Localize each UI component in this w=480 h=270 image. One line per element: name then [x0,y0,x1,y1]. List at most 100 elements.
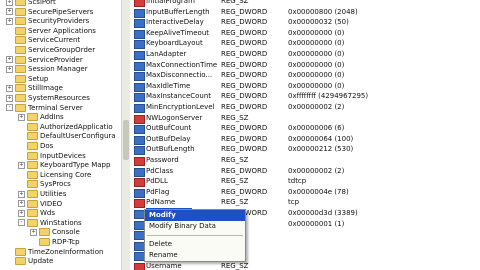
value-name: OutBufDelay [146,134,191,143]
value-row[interactable]: MaxConnectionTime REG_DWORD 0x00000000 (0) [130,60,480,71]
folder-icon [27,122,38,131]
expander-icon[interactable]: + [30,228,37,236]
expander-icon[interactable]: - [18,219,25,227]
tree-item-label: Update [28,257,54,266]
value-name: InitialProgram [146,0,195,5]
value-row[interactable]: Username REG_SZ [130,261,480,270]
tree-item-label: KeyboardType Mapp [40,161,111,170]
tree-item[interactable]: + StillImage [6,83,63,93]
tree-item[interactable]: + SecurePipeServers [6,7,93,17]
expander-icon[interactable]: + [6,17,13,25]
value-name: OutBufCount [146,124,192,133]
tree-item-label: WinStations [40,218,82,227]
tree-item[interactable]: + VIDEO [18,199,62,209]
value-row[interactable]: PdFlag REG_DWORD 0x0000004e (78) [130,187,480,198]
menu-item-modify-binary-data[interactable]: Modify Binary Data [145,221,245,232]
value-data: 0x00000032 (50) [288,18,349,27]
tree-item[interactable]: + Wds [18,208,55,218]
tree-item-label: AuthorizedApplicatio [40,122,113,131]
tree-item-label: AddIns [40,113,64,122]
expander-icon[interactable]: + [6,84,13,92]
tree-item[interactable]: + KeyboardType Mapp [18,160,110,170]
value-row[interactable]: InteractiveDelay REG_DWORD 0x00000032 (50) [130,17,480,29]
value-data: 0x00000001 (1) [288,219,345,228]
value-name: KeepAliveTimeout [146,28,210,37]
tree-scrollbar-thumb[interactable] [123,120,129,160]
value-type: REG_DWORD [221,39,268,48]
value-name: KeyboardLayout [146,39,203,48]
value-row[interactable]: MaxDisconnectio... REG_DWORD 0x00000000 (0… [130,70,480,82]
expander-icon[interactable]: - [6,104,13,112]
tree-scrollbar[interactable] [121,0,130,270]
tree-item[interactable]: Update [6,256,53,266]
tree-item[interactable]: ServiceCurrent [6,35,80,45]
expander-icon[interactable]: + [18,113,25,121]
tree-item[interactable]: + Session Manager [6,64,88,74]
tree-item[interactable]: Dos [18,141,53,151]
registry-key-tree[interactable]: + ScsiPort + SecurePipeServers + SecurityProv… [0,0,121,270]
tree-item[interactable]: SysProcs [18,179,71,189]
tree-item-label: StillImage [28,84,63,93]
value-row[interactable]: KeyboardLayout REG_DWORD 0x00000000 (0) [130,38,480,50]
expander-icon[interactable]: + [18,190,25,198]
tree-item[interactable]: - WinStations [18,218,82,228]
value-row[interactable]: PdDLL REG_SZ tdtcp [130,176,480,188]
tree-item[interactable]: + SecurityProviders [6,16,89,26]
tree-item[interactable]: RDP-Tcp [30,237,80,247]
tree-item[interactable]: + Utilities [18,189,66,199]
tree-item-label: Wds [40,209,56,218]
menu-item-delete[interactable]: Delete [145,239,245,250]
tree-item-label: Terminal Server [28,103,83,112]
expander-icon[interactable]: + [18,200,25,208]
value-row[interactable]: OutBufDelay REG_DWORD 0x00000064 (100) [130,134,480,145]
menu-item-modify[interactable]: Modify [145,210,245,221]
tree-item[interactable]: + ServiceProvider [6,55,83,65]
tree-item[interactable]: - Terminal Server [6,103,83,113]
tree-item[interactable]: Server Applications [6,26,96,36]
tree-item[interactable]: Licensing Core [18,170,91,180]
expander-icon[interactable]: + [6,0,13,6]
folder-icon [15,55,26,64]
tree-item[interactable]: AuthorizedApplicatio [18,122,113,132]
value-name: LanAdapter [146,50,187,58]
tree-item[interactable]: + SystemResources [6,93,90,103]
value-row[interactable]: PdClass REG_DWORD 0x00000002 (2) [130,166,480,177]
tree-item-label: ServiceCurrent [28,36,81,45]
expander-icon[interactable]: + [6,65,13,73]
context-menu: Modify Modify Binary Data Delete Rename [144,209,246,262]
value-row[interactable]: OutBufCount REG_DWORD 0x00000006 (6) [130,123,480,135]
expander-icon[interactable]: + [18,209,25,217]
tree-item-label: ServiceProvider [28,55,83,64]
value-row[interactable]: MaxIdleTime REG_DWORD 0x00000000 (0) [130,81,480,92]
tree-item[interactable]: Setup [6,74,48,84]
value-type: REG_SZ [221,0,249,5]
expander-icon[interactable]: + [18,161,25,169]
value-row[interactable]: Password REG_SZ [130,155,480,166]
tree-item[interactable]: + AddIns [18,112,64,122]
tree-item[interactable]: ServiceGroupOrder [6,45,95,55]
value-row[interactable]: MinEncryptionLevel REG_DWORD 0x00000002 (2… [130,102,480,113]
value-row[interactable]: KeepAliveTimeout REG_DWORD 0x00000000 (0) [130,28,480,39]
folder-icon [27,151,38,160]
value-row[interactable]: LanAdapter REG_DWORD 0x00000000 (0) [130,49,480,60]
tree-item[interactable]: TimeZoneInformation [6,247,103,257]
folder-icon [15,74,26,83]
value-type: REG_SZ [221,156,249,164]
value-data: 0x00000006 (6) [288,124,345,133]
value-type: REG_DWORD [221,18,268,27]
value-row[interactable]: PdName REG_SZ tcp [130,197,480,209]
tree-item[interactable]: + Console [30,227,80,237]
expander-icon[interactable]: + [6,94,13,102]
expander-icon[interactable]: + [6,56,13,64]
value-row[interactable]: MaxInstanceCount REG_DWORD 0xffffffff (429… [130,91,480,103]
menu-item-rename[interactable]: Rename [145,250,245,261]
value-row[interactable]: NWLogonServer REG_SZ [130,113,480,124]
expander-icon[interactable]: + [6,8,13,16]
value-row[interactable]: InputBufferLength REG_DWORD 0x00000800 (20… [130,7,480,18]
value-row[interactable]: InitialProgram REG_SZ [130,0,480,7]
tree-item-label: ScsiPort [28,0,56,6]
tree-item[interactable]: InputDevices [18,151,86,161]
tree-item[interactable]: DefaultUserConfigura [18,131,116,141]
value-row[interactable]: OutBufLength REG_DWORD 0x00000212 (530) [130,144,480,156]
value-type: REG_DWORD [221,60,268,69]
